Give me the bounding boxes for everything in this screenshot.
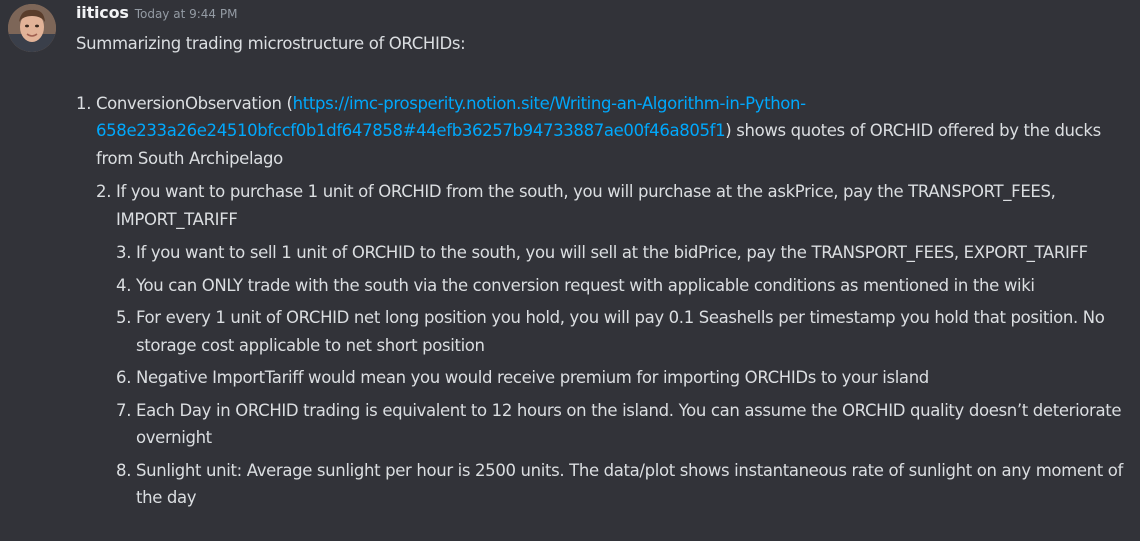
item-text: If you want to purchase 1 unit of ORCHID… xyxy=(116,182,1056,229)
nested-list: If you want to purchase 1 unit of ORCHID… xyxy=(96,178,1136,512)
message-header: iiticos Today at 9:44 PM xyxy=(76,3,237,22)
list-item: For every 1 unit of ORCHID net long posi… xyxy=(136,304,1136,359)
list-item: Each Day in ORCHID trading is equivalent… xyxy=(136,397,1136,452)
ordered-list: ConversionObservation (https://imc-prosp… xyxy=(76,90,1136,512)
avatar[interactable] xyxy=(8,4,56,52)
message-content: Summarizing trading microstructure of OR… xyxy=(76,30,1136,517)
list-item: If you want to purchase 1 unit of ORCHID… xyxy=(116,178,1136,512)
chat-message: iiticos Today at 9:44 PM Summarizing trad… xyxy=(0,0,1140,541)
nested-list: If you want to sell 1 unit of ORCHID to … xyxy=(116,239,1136,512)
list-item: If you want to sell 1 unit of ORCHID to … xyxy=(136,239,1136,267)
link-text-line2[interactable]: 658e233a26e24510bfccf0b1df647858#44efb36… xyxy=(96,121,726,140)
list-item: ConversionObservation (https://imc-prosp… xyxy=(96,90,1136,512)
intro-text: Summarizing trading microstructure of OR… xyxy=(76,34,466,53)
list-item: You can ONLY trade with the south via th… xyxy=(136,272,1136,300)
item-text: ConversionObservation ( xyxy=(96,93,293,113)
link-text-line1[interactable]: https://imc-prosperity.notion.site/Writi… xyxy=(293,94,807,113)
list-item: Sunlight unit: Average sunlight per hour… xyxy=(136,457,1136,512)
list-item: Negative ImportTariff would mean you wou… xyxy=(136,364,1136,392)
timestamp[interactable]: Today at 9:44 PM xyxy=(135,7,238,21)
username[interactable]: iiticos xyxy=(76,3,129,22)
